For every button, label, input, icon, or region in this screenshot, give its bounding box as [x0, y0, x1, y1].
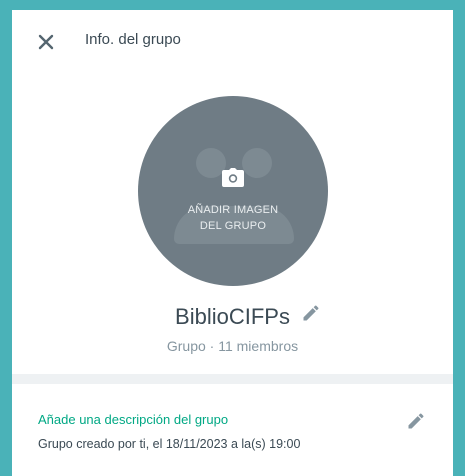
group-avatar-upload[interactable]: AÑADIR IMAGEN DEL GRUPO: [138, 96, 328, 286]
add-group-image-label: AÑADIR IMAGEN DEL GRUPO: [187, 204, 279, 232]
panel-header: Info. del grupo: [12, 10, 453, 68]
add-description-link[interactable]: Añade una descripción del grupo: [38, 412, 228, 427]
avatar-placeholder-shape: [242, 148, 272, 178]
section-divider: [12, 374, 453, 384]
group-created-info: Grupo creado por ti, el 18/11/2023 a la(…: [38, 437, 301, 451]
edit-name-icon[interactable]: [301, 303, 321, 323]
group-member-count: Grupo · 11 miembros: [166, 338, 299, 354]
group-name-row: BiblioCIFPs: [12, 304, 453, 330]
camera-icon: [222, 168, 244, 187]
panel-title: Info. del grupo: [85, 31, 181, 48]
edit-description-icon[interactable]: [406, 411, 426, 431]
close-button[interactable]: [32, 28, 60, 56]
group-info-panel: Info. del grupo AÑADIR IMAGEN DEL GRUPO …: [12, 10, 453, 476]
close-icon: [38, 34, 54, 50]
group-name: BiblioCIFPs: [175, 304, 290, 329]
